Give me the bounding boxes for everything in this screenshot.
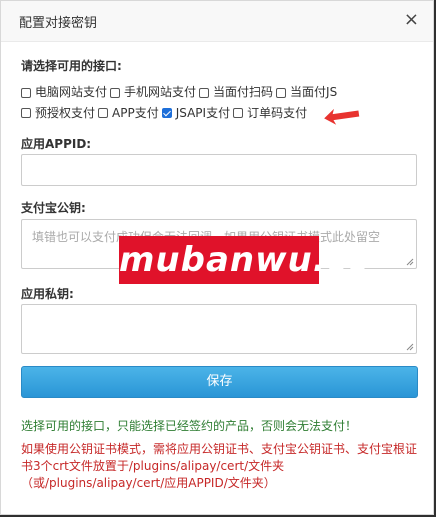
resize-grip-icon[interactable] — [406, 343, 414, 351]
interface-option[interactable]: 当面付JS — [276, 83, 337, 102]
interface-options: 电脑网站支付 手机网站支付 当面付扫码 当面付JS 预授权支付 APP支付 JSAPI支付 订… — [21, 83, 421, 124]
interface-option[interactable]: 电脑网站支付 — [21, 83, 107, 102]
checkbox[interactable] — [98, 108, 109, 118]
checkbox[interactable] — [233, 108, 244, 118]
note-red: 如果使用公钥证书模式，需将应用公钥证书、支付宝公钥证书、支付宝根证书3个crt文… — [21, 442, 418, 490]
interface-option-label: JSAPI支付 — [175, 105, 231, 120]
watermark-logo: mubanwu.cc — [119, 236, 368, 284]
dialog-title: 配置对接密钥 — [19, 16, 98, 31]
interface-option[interactable]: 预授权支付 — [21, 104, 95, 123]
appid-input[interactable] — [21, 154, 417, 186]
interface-option[interactable]: JSAPI支付 — [161, 104, 231, 123]
note-green: 选择可用的接口，只能选择已经签约的产品，否则会无法支付！ — [21, 419, 358, 433]
checkbox[interactable] — [276, 87, 287, 98]
interface-option-label: 电脑网站支付 — [35, 85, 108, 99]
interfaces-label: 请选择可用的接口: — [21, 59, 122, 73]
interface-option[interactable]: 订单码支付 — [233, 104, 307, 123]
red-arrow-icon — [324, 108, 360, 125]
interface-option[interactable]: 当面付扫码 — [199, 83, 273, 102]
dialog-titlebar: 配置对接密钥 × — [1, 1, 433, 42]
checkbox[interactable] — [199, 87, 210, 98]
interface-option-label: 预授权支付 — [35, 105, 96, 120]
interface-option[interactable]: APP支付 — [98, 104, 159, 123]
config-key-dialog: 配置对接密钥 × 请选择可用的接口: 电脑网站支付 手机网站支付 当面付扫码 当面付J… — [0, 0, 434, 515]
checkbox[interactable] — [21, 87, 31, 98]
interface-option-label: 当面付JS — [290, 85, 338, 99]
private-key-label: 应用私钥: — [21, 287, 74, 301]
private-key-textarea[interactable] — [21, 304, 417, 354]
checkbox[interactable] — [161, 108, 172, 118]
interface-option-label: 当面付扫码 — [213, 85, 274, 99]
interface-option-label: 订单码支付 — [247, 105, 308, 120]
appid-label: 应用APPID: — [21, 137, 92, 151]
interface-option-label: APP支付 — [112, 105, 159, 120]
interface-option-label: 手机网站支付 — [124, 85, 197, 99]
save-button[interactable]: 保存 — [21, 366, 418, 398]
checkbox[interactable] — [110, 87, 121, 98]
interface-option[interactable]: 手机网站支付 — [110, 83, 196, 102]
resize-grip-icon[interactable] — [406, 258, 414, 266]
public-key-label: 支付宝公钥: — [21, 201, 86, 215]
checkbox[interactable] — [21, 108, 31, 118]
close-icon[interactable]: × — [404, 10, 419, 30]
